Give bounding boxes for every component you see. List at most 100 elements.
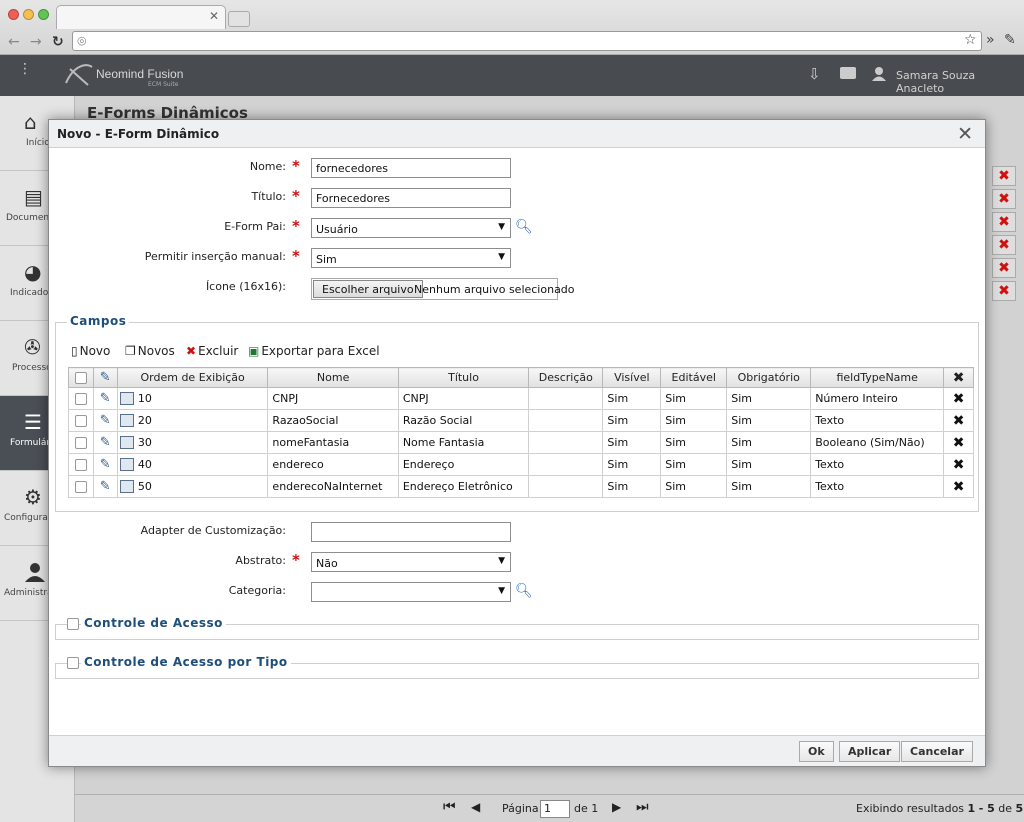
- delete-all-header[interactable]: ✖: [943, 367, 974, 388]
- select-all-checkbox[interactable]: [74, 372, 87, 384]
- back-icon[interactable]: ←: [8, 34, 20, 50]
- categoria-select[interactable]: ▼: [311, 582, 511, 602]
- column-header[interactable]: Título: [397, 367, 530, 388]
- row-edit-cell[interactable]: ✎: [92, 431, 118, 454]
- user-icon[interactable]: [872, 66, 886, 82]
- row-select-cell[interactable]: [68, 387, 94, 410]
- column-header[interactable]: Ordem de Exibição: [116, 367, 269, 388]
- first-page-icon[interactable]: ⏮: [443, 799, 456, 815]
- row-checkbox[interactable]: [74, 393, 87, 405]
- row-delete-cell[interactable]: ✖: [943, 409, 974, 432]
- row-edit-cell[interactable]: ✎: [92, 387, 118, 410]
- select-all-header[interactable]: [68, 367, 94, 388]
- controle-acesso-tipo-checkbox[interactable]: [67, 657, 79, 669]
- choose-file-button[interactable]: Escolher arquivo: [313, 280, 423, 298]
- row-edit-cell[interactable]: ✎: [92, 453, 118, 476]
- delete-icon[interactable]: ✖: [953, 413, 965, 429]
- row-checkbox[interactable]: [74, 459, 87, 471]
- required-icon: *: [292, 157, 300, 175]
- row-select-cell[interactable]: [68, 409, 94, 432]
- close-window-icon[interactable]: [8, 9, 19, 20]
- column-header[interactable]: Descrição: [528, 367, 604, 388]
- delete-icon[interactable]: ✖: [992, 166, 1016, 186]
- extensions-icon[interactable]: »: [986, 32, 995, 48]
- novo-button[interactable]: ▯ Novo: [71, 344, 110, 358]
- page-number-input[interactable]: 1: [540, 800, 570, 818]
- maximize-window-icon[interactable]: [38, 9, 49, 20]
- titulo-field[interactable]: [311, 188, 511, 208]
- delete-icon[interactable]: ✖: [992, 281, 1016, 301]
- delete-icon[interactable]: ✖: [992, 258, 1016, 278]
- row-edit-cell[interactable]: ✎: [92, 475, 118, 498]
- row-select-cell[interactable]: [68, 453, 94, 476]
- new-tab-button[interactable]: [228, 11, 250, 27]
- controle-acesso-legend[interactable]: Controle de Acesso: [81, 616, 226, 630]
- chat-icon[interactable]: [840, 67, 856, 79]
- pencil-icon[interactable]: ✎: [100, 391, 111, 406]
- eform-pai-select[interactable]: Usuário ▼: [311, 218, 511, 238]
- close-icon[interactable]: ✕: [957, 123, 973, 145]
- table-row[interactable]: ✎ 10 CNPJ CNPJ Sim Sim Sim Número Inteiro ✖: [68, 387, 974, 410]
- controle-acesso-tipo-legend[interactable]: Controle de Acesso por Tipo: [81, 655, 291, 669]
- row-delete-cell[interactable]: ✖: [943, 387, 974, 410]
- pencil-icon[interactable]: ✎: [100, 457, 111, 472]
- reload-icon[interactable]: ↻: [52, 34, 64, 50]
- forward-icon[interactable]: →: [30, 34, 42, 50]
- delete-icon[interactable]: ✖: [953, 435, 965, 451]
- column-header[interactable]: Editável: [660, 367, 728, 388]
- excluir-button[interactable]: ✖ Excluir: [186, 344, 238, 358]
- table-row[interactable]: ✎ 50 enderecoNaInternet Endereço Eletrônico…: [68, 475, 974, 498]
- row-checkbox[interactable]: [74, 481, 87, 493]
- download-icon[interactable]: ⇩: [808, 65, 821, 83]
- user-name[interactable]: Samara Souza Anacleto: [896, 69, 1024, 95]
- row-delete-cell[interactable]: ✖: [943, 475, 974, 498]
- row-checkbox[interactable]: [74, 437, 87, 449]
- delete-icon[interactable]: ✖: [992, 189, 1016, 209]
- search-icon[interactable]: 🔍︎: [515, 583, 533, 599]
- minimize-window-icon[interactable]: [23, 9, 34, 20]
- row-checkbox[interactable]: [74, 415, 87, 427]
- delete-icon[interactable]: ✖: [992, 235, 1016, 255]
- last-page-icon[interactable]: ⏭: [636, 799, 649, 815]
- column-header[interactable]: Visível: [602, 367, 662, 388]
- cancelar-button[interactable]: Cancelar: [901, 741, 973, 762]
- delete-icon[interactable]: ✖: [953, 457, 965, 473]
- table-row[interactable]: ✎ 40 endereco Endereço Sim Sim Sim Texto ✖: [68, 453, 974, 476]
- novos-button[interactable]: ❐ Novos: [125, 344, 175, 358]
- wrench-icon[interactable]: ✎: [1004, 32, 1016, 48]
- adapter-field[interactable]: [311, 522, 511, 542]
- delete-icon[interactable]: ✖: [953, 391, 965, 407]
- delete-icon[interactable]: ✖: [953, 370, 965, 386]
- row-select-cell[interactable]: [68, 475, 94, 498]
- prev-page-icon[interactable]: ◀: [471, 800, 480, 814]
- pencil-icon[interactable]: ✎: [100, 435, 111, 450]
- browser-tab[interactable]: ✕: [56, 5, 226, 29]
- pencil-icon[interactable]: ✎: [100, 413, 111, 428]
- row-delete-cell[interactable]: ✖: [943, 453, 974, 476]
- close-tab-icon[interactable]: ✕: [209, 9, 219, 23]
- row-edit-cell[interactable]: ✎: [92, 409, 118, 432]
- table-row[interactable]: ✎ 30 nomeFantasia Nome Fantasia Sim Sim Sim Boo…: [68, 431, 974, 454]
- search-icon[interactable]: 🔍︎: [515, 219, 533, 235]
- cell-descricao: [528, 453, 604, 476]
- menu-icon[interactable]: ⋮: [18, 62, 32, 76]
- delete-icon[interactable]: ✖: [992, 212, 1016, 232]
- address-bar[interactable]: ◎: [72, 31, 982, 51]
- abstrato-select[interactable]: Não ▼: [311, 552, 511, 572]
- pencil-icon[interactable]: ✎: [100, 479, 111, 494]
- aplicar-button[interactable]: Aplicar: [839, 741, 901, 762]
- row-delete-cell[interactable]: ✖: [943, 431, 974, 454]
- bookmark-star-icon[interactable]: ☆: [964, 32, 977, 48]
- ok-button[interactable]: Ok: [799, 741, 834, 762]
- column-header[interactable]: Nome: [267, 367, 399, 388]
- nome-field[interactable]: [311, 158, 511, 178]
- table-row[interactable]: ✎ 20 RazaoSocial Razão Social Sim Sim Sim Texto…: [68, 409, 974, 432]
- row-select-cell[interactable]: [68, 431, 94, 454]
- insercao-manual-select[interactable]: Sim ▼: [311, 248, 511, 268]
- delete-icon[interactable]: ✖: [953, 479, 965, 495]
- column-header[interactable]: Obrigatório: [726, 367, 812, 388]
- exportar-excel-button[interactable]: ▣ Exportar para Excel: [248, 344, 380, 358]
- column-header[interactable]: fieldTypeName: [810, 367, 945, 388]
- controle-acesso-checkbox[interactable]: [67, 618, 79, 630]
- next-page-icon[interactable]: ▶: [612, 800, 621, 814]
